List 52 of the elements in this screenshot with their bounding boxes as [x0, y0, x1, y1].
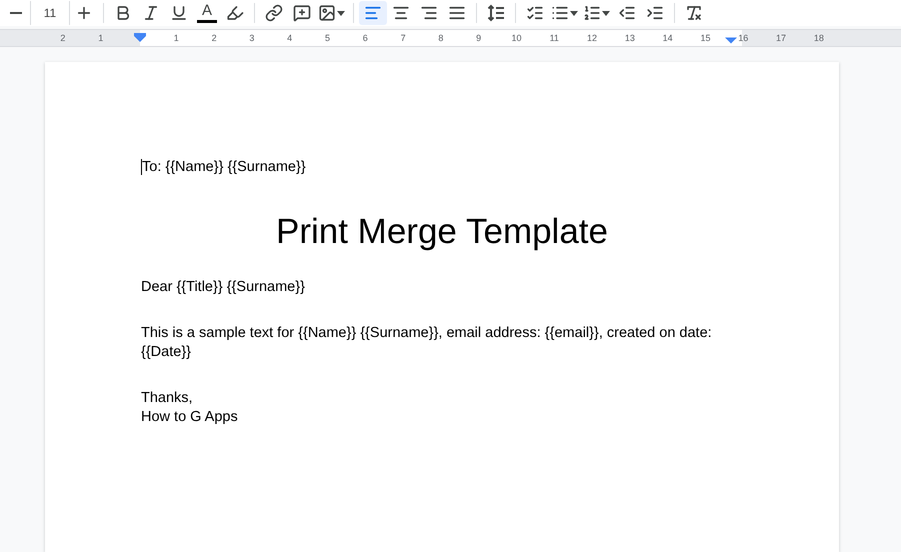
ruler-number: 2	[212, 33, 217, 43]
underline-icon	[170, 4, 188, 22]
checklist-icon	[526, 4, 544, 22]
highlight-icon	[226, 4, 244, 22]
ruler-number: 1	[174, 33, 179, 43]
ruler-number: 13	[624, 33, 635, 43]
ruler-number: 1	[98, 33, 104, 43]
align-center-icon	[392, 4, 410, 22]
ruler-number: 11	[550, 33, 559, 43]
align-left-icon	[364, 4, 382, 22]
increase-font-size-icon	[75, 4, 93, 22]
align-right-icon	[420, 4, 438, 22]
ruler-number: 2	[60, 33, 66, 43]
align-justify-icon	[448, 4, 466, 22]
recipient-line: To: {{Name}} {{Surname}}	[141, 159, 306, 175]
ruler-number: 4	[287, 33, 292, 43]
insert-image-icon	[318, 4, 336, 22]
ruler-number: 14	[662, 33, 673, 43]
line-spacing-icon	[487, 4, 505, 22]
ruler-number: 7	[400, 33, 406, 43]
document-title: Print Merge Template	[274, 212, 609, 252]
body-paragraph: Dear {{Title}} {{Surname}}	[141, 278, 306, 297]
caret-icon	[601, 8, 611, 18]
minus-icon	[10, 12, 22, 14]
indent-marker-icon[interactable]	[725, 36, 737, 45]
body-paragraph: Thanks, How to G Apps	[141, 388, 239, 427]
ruler-number: 8	[438, 33, 444, 43]
ruler-number: 12	[587, 33, 598, 43]
add-comment-icon	[293, 4, 311, 22]
caret-icon	[569, 8, 579, 18]
body-paragraph: This is a sample text for {{Name}} {{Surname}}, email address: {{email}}, created on date: {{Date}}	[141, 324, 713, 362]
ruler-number: 6	[362, 33, 368, 43]
align-left-button[interactable]	[359, 1, 387, 25]
italic-icon	[142, 4, 160, 22]
numbered-list-icon	[583, 4, 601, 22]
caret-icon	[336, 8, 346, 18]
ruler-number: 17	[776, 33, 786, 43]
indent-marker-icon[interactable]	[134, 33, 146, 42]
ruler-number: 5	[324, 33, 330, 43]
text-color-button[interactable]: A	[193, 1, 221, 25]
ruler-number: 9	[476, 33, 482, 43]
bulleted-list-icon	[551, 4, 569, 22]
font-size-field[interactable]: 11	[30, 1, 70, 25]
decrease-indent-icon	[618, 4, 636, 22]
insert-link-icon	[265, 4, 283, 22]
clear-formatting-icon	[685, 4, 703, 22]
ruler-number: 3	[249, 33, 254, 43]
ruler-number: 18	[814, 33, 824, 43]
ruler-number: 15	[700, 33, 710, 43]
ruler-number: 16	[738, 33, 748, 43]
increase-indent-icon	[646, 4, 664, 22]
ruler-number: 10	[511, 33, 522, 43]
